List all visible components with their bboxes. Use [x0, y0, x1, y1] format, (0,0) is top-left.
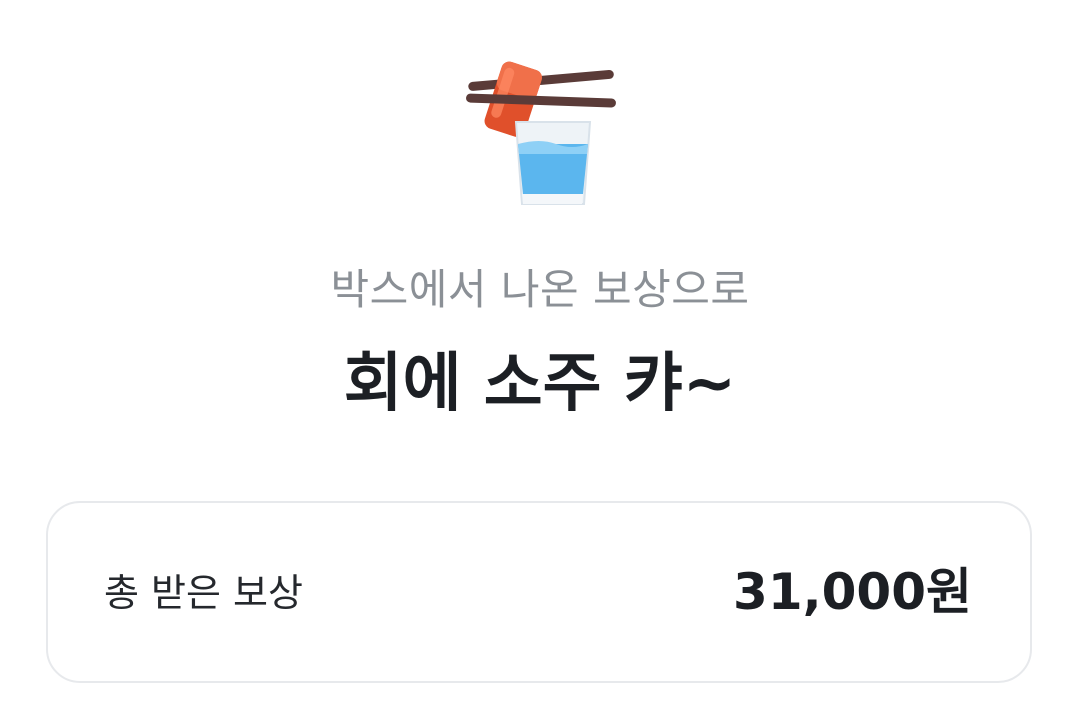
total-reward-amount: 31,000원: [733, 563, 972, 621]
total-reward-card: 총 받은 보상 31,000원: [46, 501, 1032, 683]
page-title: 회에 소주 캬~: [343, 347, 737, 421]
reward-subtitle: 박스에서 나온 보상으로: [330, 265, 750, 314]
sashimi-soju-icon: [460, 58, 620, 208]
total-reward-label: 총 받은 보상: [104, 571, 303, 615]
